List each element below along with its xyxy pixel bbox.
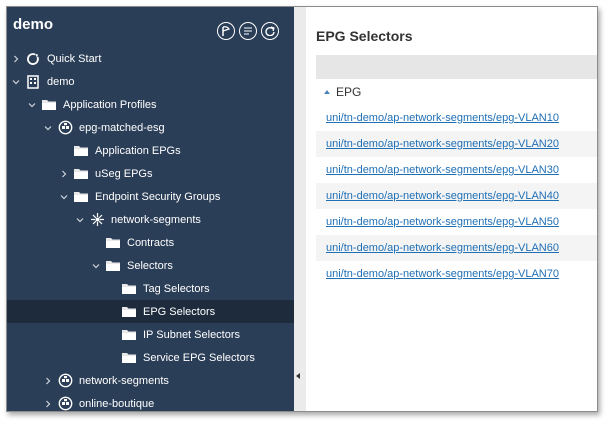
table-row: uni/tn-demo/ap-network-segments/epg-VLAN… bbox=[316, 209, 597, 235]
tree-item-label: Service EPG Selectors bbox=[143, 351, 255, 364]
tree-item-label: Quick Start bbox=[47, 52, 102, 65]
table-row: uni/tn-demo/ap-network-segments/epg-VLAN… bbox=[316, 131, 597, 157]
tree-item[interactable]: Quick Start bbox=[7, 47, 298, 70]
tree-item-label: epg-matched-esg bbox=[79, 121, 165, 134]
tree-item-label: Application EPGs bbox=[95, 144, 181, 157]
tree-item[interactable]: epg-matched-esg bbox=[7, 116, 330, 139]
epg-link[interactable]: uni/tn-demo/ap-network-segments/epg-VLAN… bbox=[326, 112, 559, 124]
table-toolbar bbox=[316, 55, 597, 79]
chevron-down-icon[interactable] bbox=[91, 261, 101, 271]
epg-link[interactable]: uni/tn-demo/ap-network-segments/epg-VLAN… bbox=[326, 164, 559, 176]
epg-link[interactable]: uni/tn-demo/ap-network-segments/epg-VLAN… bbox=[326, 190, 559, 202]
chevron-right-icon[interactable] bbox=[59, 169, 69, 179]
chevron-down-icon[interactable] bbox=[11, 77, 21, 87]
sidebar-toolbar bbox=[217, 22, 279, 40]
chevron-down-icon[interactable] bbox=[75, 215, 85, 225]
tree-item[interactable]: Application Profiles bbox=[7, 93, 314, 116]
table-row: uni/tn-demo/ap-network-segments/epg-VLAN… bbox=[316, 261, 597, 287]
tree-item-label: EPG Selectors bbox=[143, 305, 216, 318]
table-row: uni/tn-demo/ap-network-segments/epg-VLAN… bbox=[316, 157, 597, 183]
pane-splitter[interactable] bbox=[294, 7, 306, 411]
tenant-building-icon bbox=[25, 74, 41, 89]
tree-item-label: Tag Selectors bbox=[143, 282, 210, 295]
folder-icon bbox=[73, 190, 89, 204]
esg-icon bbox=[89, 213, 105, 227]
epg-selector-table: uni/tn-demo/ap-network-segments/epg-VLAN… bbox=[316, 105, 597, 287]
folder-icon bbox=[121, 328, 137, 342]
tree-item[interactable]: network-segments bbox=[7, 369, 330, 392]
chevron-right-icon[interactable] bbox=[43, 376, 53, 386]
collapse-arrow-icon[interactable] bbox=[296, 373, 300, 379]
quick-start-icon bbox=[25, 52, 41, 66]
tree-item-label: network-segments bbox=[111, 213, 201, 226]
content-pane: EPG Selectors EPG uni/tn-demo/ap-network… bbox=[306, 7, 597, 411]
chevron-right-icon[interactable] bbox=[43, 399, 53, 409]
tree-item-label: IP Subnet Selectors bbox=[143, 328, 241, 341]
app-profile-icon bbox=[57, 373, 73, 388]
tree-item-label: Endpoint Security Groups bbox=[95, 190, 221, 203]
chevron-right-icon[interactable] bbox=[11, 54, 21, 64]
tree-item[interactable]: demo bbox=[7, 70, 298, 93]
table-row: uni/tn-demo/ap-network-segments/epg-VLAN… bbox=[316, 183, 597, 209]
column-header-epg[interactable]: EPG bbox=[316, 81, 597, 103]
page-title: EPG Selectors bbox=[316, 28, 413, 44]
app-window: demo Quick Start demo Application Profiles… bbox=[6, 6, 598, 412]
chevron-down-icon[interactable] bbox=[43, 123, 53, 133]
tenant-title: demo bbox=[13, 16, 54, 33]
flag-button[interactable] bbox=[217, 22, 235, 40]
tree-item-label: network-segments bbox=[79, 374, 169, 387]
navigation-sidebar: demo Quick Start demo Application Profiles… bbox=[7, 7, 394, 411]
refresh-icon bbox=[265, 26, 275, 36]
tree-item[interactable]: online-boutique bbox=[7, 392, 330, 411]
tree-item-label: Contracts bbox=[127, 236, 175, 249]
folder-icon bbox=[121, 282, 137, 296]
folder-icon bbox=[105, 236, 121, 250]
tree-item-label: online-boutique bbox=[79, 397, 155, 410]
flag-icon bbox=[222, 26, 230, 36]
folder-icon bbox=[105, 259, 121, 273]
tree-item-label: Application Profiles bbox=[63, 98, 157, 111]
epg-link[interactable]: uni/tn-demo/ap-network-segments/epg-VLAN… bbox=[326, 268, 559, 280]
folder-icon bbox=[73, 144, 89, 158]
epg-link[interactable]: uni/tn-demo/ap-network-segments/epg-VLAN… bbox=[326, 138, 559, 150]
folder-icon bbox=[41, 98, 57, 112]
folder-icon bbox=[121, 305, 137, 319]
list-view-button[interactable] bbox=[239, 22, 257, 40]
tree-item-label: uSeg EPGs bbox=[95, 167, 153, 180]
chevron-down-icon[interactable] bbox=[59, 192, 69, 202]
tree-item-label: demo bbox=[47, 75, 75, 88]
chevron-down-icon[interactable] bbox=[27, 100, 37, 110]
table-row: uni/tn-demo/ap-network-segments/epg-VLAN… bbox=[316, 105, 597, 131]
refresh-button[interactable] bbox=[261, 22, 279, 40]
app-profile-icon bbox=[57, 396, 73, 411]
column-header-label: EPG bbox=[336, 85, 362, 99]
sort-ascending-icon bbox=[324, 90, 330, 94]
table-row: uni/tn-demo/ap-network-segments/epg-VLAN… bbox=[316, 235, 597, 261]
list-icon bbox=[244, 27, 252, 35]
folder-icon bbox=[73, 167, 89, 181]
tree-item-label: Selectors bbox=[127, 259, 173, 272]
folder-icon bbox=[121, 351, 137, 365]
epg-link[interactable]: uni/tn-demo/ap-network-segments/epg-VLAN… bbox=[326, 216, 559, 228]
epg-link[interactable]: uni/tn-demo/ap-network-segments/epg-VLAN… bbox=[326, 242, 559, 254]
app-profile-icon bbox=[57, 120, 73, 135]
